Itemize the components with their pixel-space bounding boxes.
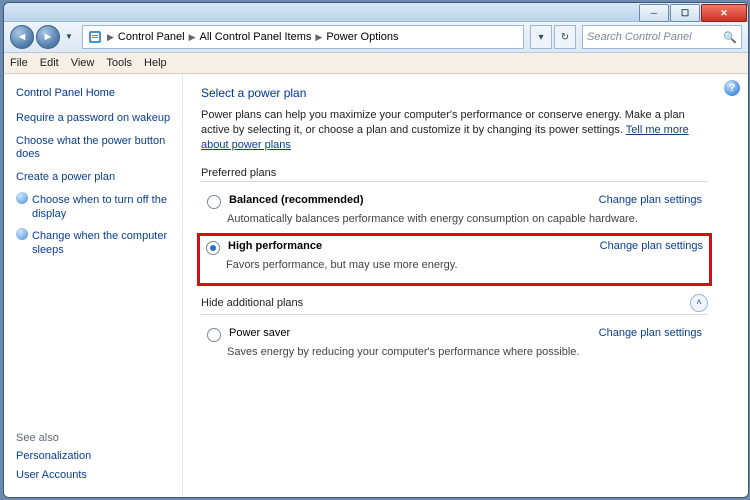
title-bar: ─ ☐ ✕ — [4, 3, 748, 22]
window: ─ ☐ ✕ ◄ ► ▼ ▶ Control Panel ▶ All Contro… — [3, 2, 749, 498]
sidebar-link-create-plan[interactable]: Create a power plan — [16, 171, 174, 185]
see-also-section: See also Personalization User Accounts — [16, 426, 174, 490]
menu-file[interactable]: File — [10, 57, 28, 69]
intro-text: Power plans can help you maximize your c… — [201, 108, 708, 153]
maximize-button[interactable]: ☐ — [670, 4, 700, 22]
highlight-box: High performance Change plan settings Fa… — [197, 233, 712, 286]
back-button[interactable]: ◄ — [10, 25, 34, 49]
close-button[interactable]: ✕ — [701, 4, 747, 22]
hide-additional-plans-row: Hide additional plans ˄ — [201, 294, 708, 312]
chevron-right-icon: ▶ — [189, 32, 196, 43]
breadcrumb[interactable]: ▶ Control Panel ▶ All Control Panel Item… — [82, 25, 524, 49]
plan-highperf-desc: Favors performance, but may use more ene… — [226, 259, 709, 271]
plan-powersaver-radio[interactable] — [207, 328, 221, 342]
display-icon — [16, 192, 28, 204]
plan-powersaver-name: Power saver — [229, 327, 290, 339]
breadcrumb-item[interactable]: All Control Panel Items — [200, 31, 312, 43]
plan-powersaver-row: Power saver Change plan settings — [201, 323, 708, 344]
divider — [201, 314, 708, 315]
plan-highperf-change-link[interactable]: Change plan settings — [600, 240, 703, 252]
control-panel-icon — [87, 29, 103, 45]
seealso-user-accounts[interactable]: User Accounts — [16, 469, 174, 483]
plan-powersaver-desc: Saves energy by reducing your computer's… — [227, 346, 708, 358]
menu-edit[interactable]: Edit — [40, 57, 59, 69]
plan-balanced-name: Balanced (recommended) — [229, 194, 363, 206]
radio-selected-dot — [210, 245, 216, 251]
plan-powersaver-change-link[interactable]: Change plan settings — [599, 327, 702, 339]
plan-balanced-radio[interactable] — [207, 195, 221, 209]
sidebar-link-turn-off-display[interactable]: Choose when to turn off the display — [32, 194, 174, 222]
body: Control Panel Home Require a password on… — [4, 74, 748, 497]
seealso-personalization[interactable]: Personalization — [16, 450, 174, 464]
plan-balanced-row: Balanced (recommended) Change plan setti… — [201, 190, 708, 211]
plan-balanced-desc: Automatically balances performance with … — [227, 213, 708, 225]
breadcrumb-item[interactable]: Control Panel — [118, 31, 185, 43]
chevron-right-icon: ▶ — [107, 32, 114, 43]
plan-balanced-change-link[interactable]: Change plan settings — [599, 194, 702, 206]
sleep-icon — [16, 228, 28, 240]
refresh-button[interactable]: ↻ — [554, 25, 576, 49]
chevron-right-icon: ▶ — [315, 32, 322, 43]
intro-body: Power plans can help you maximize your c… — [201, 109, 685, 136]
search-icon: 🔍 — [723, 31, 737, 44]
sidebar-link-power-button[interactable]: Choose what the power button does — [16, 135, 174, 163]
address-bar: ◄ ► ▼ ▶ Control Panel ▶ All Control Pane… — [4, 22, 748, 53]
content-pane: ? Select a power plan Power plans can he… — [183, 74, 748, 497]
divider — [201, 181, 708, 182]
search-input[interactable]: Search Control Panel 🔍 — [582, 25, 742, 49]
sidebar-home-link[interactable]: Control Panel Home — [16, 87, 174, 101]
menu-bar: File Edit View Tools Help — [4, 53, 748, 74]
collapse-button[interactable]: ˄ — [690, 294, 708, 312]
plan-highperf-name: High performance — [228, 240, 322, 252]
minimize-button[interactable]: ─ — [639, 4, 669, 22]
hide-additional-plans-label[interactable]: Hide additional plans — [201, 297, 303, 309]
sidebar-link-sleep[interactable]: Change when the computer sleeps — [32, 230, 174, 258]
plan-highperf-row: High performance Change plan settings — [200, 236, 709, 257]
page-title: Select a power plan — [201, 86, 708, 100]
see-also-title: See also — [16, 432, 174, 444]
forward-button[interactable]: ► — [36, 25, 60, 49]
sidebar-link-wakeup-password[interactable]: Require a password on wakeup — [16, 112, 174, 126]
preferred-plans-label: Preferred plans — [201, 167, 708, 179]
menu-tools[interactable]: Tools — [106, 57, 132, 69]
nav-history-dropdown[interactable]: ▼ — [62, 25, 76, 47]
help-button[interactable]: ? — [724, 80, 740, 96]
breadcrumb-item[interactable]: Power Options — [326, 31, 398, 43]
menu-view[interactable]: View — [71, 57, 95, 69]
search-placeholder: Search Control Panel — [587, 31, 692, 43]
menu-help[interactable]: Help — [144, 57, 167, 69]
breadcrumb-dropdown[interactable]: ▾ — [530, 25, 552, 49]
sidebar: Control Panel Home Require a password on… — [4, 74, 183, 497]
plan-highperf-radio[interactable] — [206, 241, 220, 255]
